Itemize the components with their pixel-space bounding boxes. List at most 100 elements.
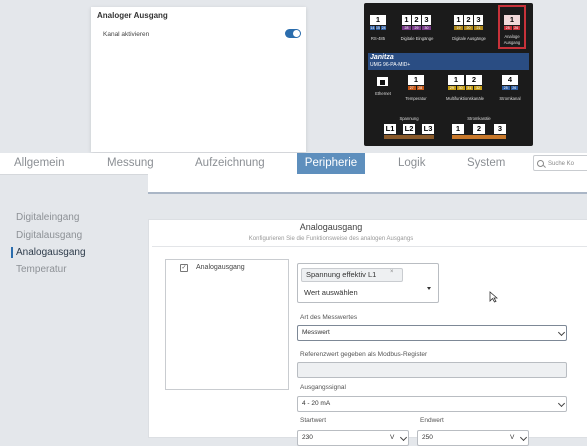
start-value-input[interactable]: 230 V [297, 430, 409, 446]
signal-select[interactable]: 4 - 20 mA [297, 396, 567, 412]
strom-pin: 25 [502, 86, 510, 90]
mouse-cursor-icon [489, 291, 498, 303]
dout-pin: 19 [454, 26, 463, 30]
temp-block[interactable]: 1 [408, 75, 424, 85]
list-item-label[interactable]: Analogausgang [196, 264, 245, 271]
multi-pin: 32 [474, 86, 482, 90]
signal-label: Ausgangssignal [300, 384, 346, 391]
aout-pins: 25 26 [504, 26, 520, 30]
sidebar-active-indicator [11, 247, 13, 258]
end-value-input[interactable]: 250 V [417, 430, 529, 446]
stromkanaele-caption: Stromkanäle [467, 116, 491, 121]
temp-pin: 27 [408, 86, 416, 90]
sidebar-item-digitalausgang[interactable]: Digitalausgang [16, 230, 82, 241]
rs485-pins: 14 15 24 [370, 26, 387, 30]
ref-register-input [297, 362, 567, 378]
selected-value-chip: Spannung effektiv L1 [301, 268, 403, 282]
aout-block[interactable]: 1 [504, 15, 520, 25]
start-label: Startwert [300, 417, 327, 424]
aout-caption-1: Analoge [504, 34, 520, 39]
stromkanal-1[interactable]: 1 [452, 124, 464, 134]
dout-block-1[interactable]: 1 [454, 15, 463, 25]
rs485-block[interactable]: 1 [370, 15, 386, 25]
popup-title: Analoger Ausgang [97, 11, 168, 20]
dout-block-3[interactable]: 3 [474, 15, 483, 25]
multi-pin: 29 [448, 86, 456, 90]
channel-enable-toggle[interactable] [285, 29, 301, 38]
end-unit: V [510, 434, 515, 441]
stromkanal-2[interactable]: 2 [473, 124, 485, 134]
sidebar-item-analogausgang[interactable]: Analogausgang [16, 247, 86, 258]
din-caption: Digitale Eingänge [400, 36, 434, 41]
tab-peripherie[interactable]: Peripherie [297, 153, 365, 174]
din-pin: 28 [402, 26, 411, 30]
end-label: Endwert [420, 417, 444, 424]
search-input[interactable]: Suche Ko [533, 155, 587, 171]
caret-down-icon[interactable] [427, 287, 431, 290]
tab-aufzeichnung[interactable]: Aufzeichnung [195, 153, 265, 174]
art-label: Art des Messwertes [300, 314, 358, 321]
ref-label: Referenzwert gegeben als Modbus-Register [300, 351, 428, 358]
tab-messung[interactable]: Messung [107, 153, 154, 174]
spannung-l2[interactable]: L2 [403, 124, 415, 134]
channel-enable-label: Kanal aktivieren [103, 31, 150, 38]
multi-block-1[interactable]: 1 [448, 75, 464, 85]
chip-remove-icon[interactable]: × [390, 269, 394, 275]
strom-pins: 25 26 [502, 86, 518, 90]
content-header-strip [148, 174, 587, 194]
dout-caption: Digitale Ausgänge [452, 36, 486, 41]
strom-caption: Stromkanal [499, 96, 521, 101]
multiselect-placeholder[interactable]: Wert auswählen [304, 288, 358, 297]
search-icon [537, 160, 544, 167]
dout-block-2[interactable]: 2 [464, 15, 473, 25]
dout-pin: 20 [464, 26, 473, 30]
aout-pin: 25 [504, 26, 512, 30]
tab-allgemein[interactable]: Allgemein [14, 153, 65, 174]
din-block-1[interactable]: 1 [402, 15, 411, 25]
rs485-pin: 14 [370, 26, 375, 30]
stromkanal-3[interactable]: 3 [494, 124, 506, 134]
sidebar-item-digitaleingang[interactable]: Digitaleingang [16, 212, 79, 223]
dout-pin: 21 [474, 26, 483, 30]
spannung-l1[interactable]: L1 [384, 124, 396, 134]
rs485-caption: RS-485 [370, 36, 386, 41]
spannung-l3[interactable]: L3 [422, 124, 434, 134]
din-pin: 30 [422, 26, 431, 30]
ethernet-icon[interactable] [377, 77, 388, 86]
sidebar-item-temperatur[interactable]: Temperatur [16, 264, 67, 275]
card-divider [152, 246, 587, 247]
card-subtitle: Konfigurieren Sie die Funktionsweise des… [248, 236, 414, 242]
card-title: Analogausgang [299, 222, 363, 232]
chevron-down-icon [557, 328, 566, 337]
aout-pin: 26 [512, 26, 520, 30]
chevron-down-icon [557, 399, 566, 408]
list-item-checkbox[interactable]: ✓ [180, 264, 188, 272]
aout-caption-2: Ausgang [503, 40, 521, 45]
temp-pins: 27 28 [408, 86, 424, 90]
search-placeholder: Suche Ko [548, 161, 575, 167]
tab-logik[interactable]: Logik [398, 153, 426, 174]
spannung-caption: Spannung [399, 116, 419, 121]
strom-pin: 26 [510, 86, 518, 90]
multi-block-2[interactable]: 2 [466, 75, 482, 85]
din-pins: 28 29 30 [402, 26, 431, 30]
din-block-2[interactable]: 2 [412, 15, 421, 25]
ethernet-caption: Ethernet [375, 91, 391, 96]
tab-system[interactable]: System [467, 153, 505, 174]
multi-pin: 30 [456, 86, 465, 90]
channel-popup: Analoger Ausgang Kanal aktivieren [91, 7, 306, 152]
temp-pin: 28 [416, 86, 424, 90]
stromkanal-pins [452, 135, 506, 139]
multi-caption: Multifunktionskanäle [446, 96, 484, 101]
din-block-3[interactable]: 3 [422, 15, 431, 25]
brand-name: Janitza [370, 54, 394, 61]
strom-block[interactable]: 4 [502, 75, 518, 85]
art-select[interactable]: Messwert [297, 325, 567, 341]
multi-pins: 29 30 31 32 [448, 86, 482, 90]
device-connector-panel: 1 14 15 24 RS-485 1 2 3 28 29 30 Digital… [364, 3, 533, 146]
rs485-pin: 15 [375, 26, 381, 30]
start-unit: V [390, 434, 395, 441]
rs485-pin: 24 [381, 26, 387, 30]
output-list [165, 259, 289, 390]
temp-caption: Temperatur [405, 96, 427, 101]
